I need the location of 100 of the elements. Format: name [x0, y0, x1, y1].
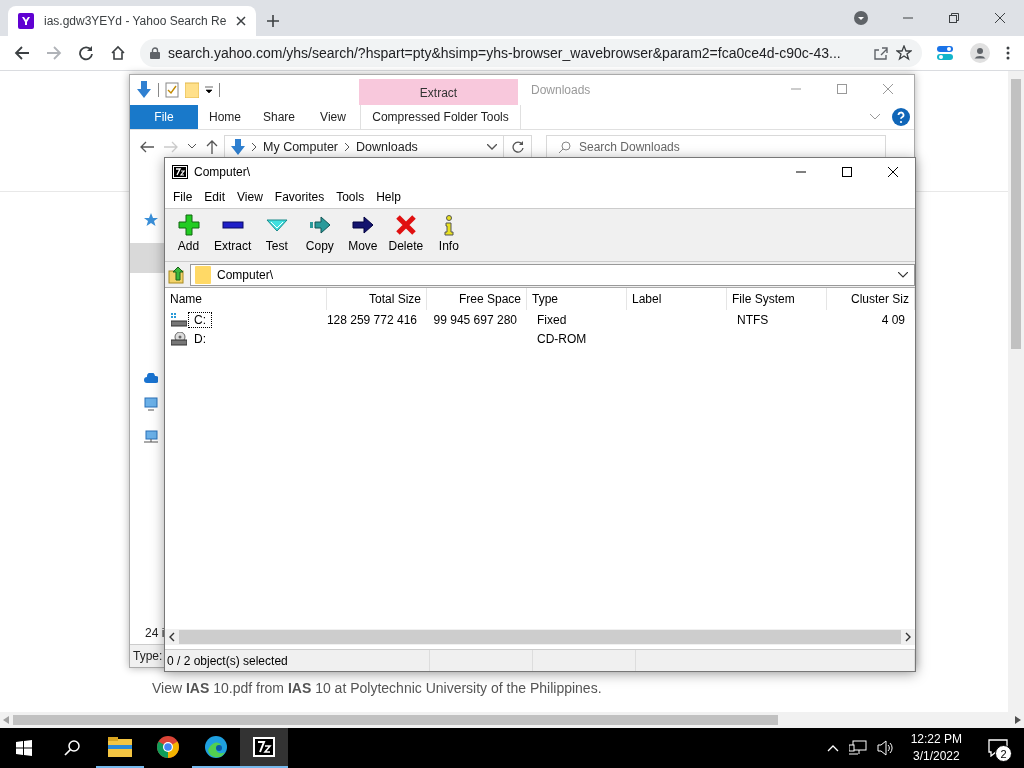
toolbar-button[interactable]: Info [427, 211, 471, 256]
breadcrumb-item[interactable]: My Computer [263, 139, 339, 154]
plus-icon [177, 214, 200, 236]
menu-item[interactable]: View [231, 190, 269, 204]
notification-button[interactable]: 2 [978, 728, 1018, 768]
table-cell-text: 128 259 772 416 [325, 312, 418, 327]
ribbon-tab[interactable]: Home [198, 105, 252, 129]
search-icon [559, 140, 571, 153]
search-icon [64, 740, 80, 756]
chevron-down-icon[interactable] [898, 271, 908, 278]
close-icon[interactable] [994, 12, 1006, 24]
back-icon[interactable] [140, 140, 154, 153]
close-icon[interactable] [887, 166, 899, 178]
table-cell[interactable]: C: [189, 312, 211, 327]
menu-item[interactable]: Favorites [268, 190, 331, 204]
table-cell-text: Fixed [536, 312, 568, 327]
browser-tab[interactable]: ias.gdw3YEYd - Yahoo Search Re [8, 6, 257, 36]
edge-icon [205, 736, 227, 758]
chevron-down-icon[interactable] [487, 143, 497, 150]
ribbon-tab[interactable]: View [306, 105, 360, 129]
menu-item[interactable]: File [167, 190, 199, 204]
hard-drive-icon [171, 312, 187, 327]
ribbon-tab[interactable]: Share [252, 105, 306, 129]
address-bar[interactable]: search.yahoo.com/yhs/search/?hspart=pty&hsimp=yhs-browser_wavebrowser&param2=fca0ce4d-c90c-43... [140, 39, 922, 67]
app-logo-icon [172, 165, 188, 179]
computer-icon[interactable] [144, 397, 158, 411]
yahoo-logo-icon [18, 13, 34, 29]
context-tab-header: Extract [359, 79, 518, 105]
table-cell[interactable]: D: [189, 331, 211, 346]
folder-up-icon[interactable] [168, 265, 186, 284]
download-arrow-icon[interactable] [136, 81, 152, 99]
properties-icon[interactable] [165, 82, 179, 98]
column-header[interactable]: Total Size [327, 288, 427, 310]
ribbon-tab[interactable]: Compressed Folder Tools [360, 105, 521, 129]
ribbon-tab[interactable]: File [130, 105, 198, 129]
star-icon[interactable] [896, 45, 912, 61]
home-icon[interactable] [110, 45, 126, 61]
status-text: 0 / 2 object(s) selected [165, 650, 430, 671]
clock[interactable]: 12:22 PM 3/1/2022 [904, 731, 968, 765]
new-tab-icon[interactable] [266, 14, 281, 28]
path-field[interactable]: Computer\ [190, 263, 915, 286]
chevron-up-icon[interactable] [826, 744, 839, 752]
cloud-icon[interactable] [144, 373, 158, 383]
share-icon[interactable] [874, 46, 888, 60]
toolbar-button[interactable]: Test [255, 211, 299, 256]
download-arrow-icon [231, 138, 245, 155]
scroll-left-icon[interactable] [169, 632, 175, 642]
tab-search-icon[interactable] [854, 11, 868, 25]
window-title: Downloads [530, 82, 592, 99]
pin-star-icon[interactable] [144, 213, 158, 227]
menu-icon[interactable] [1006, 45, 1010, 61]
help-icon[interactable] [892, 108, 910, 126]
toolbar-button[interactable]: Move [341, 211, 385, 256]
item-count: 24 i [145, 626, 165, 640]
window-title: Computer\ [194, 165, 251, 179]
toolbar-button[interactable]: Delete [384, 211, 428, 256]
toolbar-button[interactable]: Extract [210, 211, 256, 256]
arrow-right-icon [308, 214, 331, 236]
reload-icon[interactable] [78, 45, 94, 61]
column-header[interactable]: Label [627, 288, 727, 310]
search-result-snippet: View IAS 10.pdf from IAS 10 at Polytechnic University of the Philippines. [152, 680, 603, 696]
column-header[interactable]: Cluster Siz [827, 288, 915, 310]
table-cell-text: CD-ROM [536, 331, 588, 346]
chevron-down-icon[interactable] [188, 144, 196, 149]
toolbar-button[interactable]: Add [167, 211, 210, 256]
nav-pane-selection[interactable] [130, 243, 165, 273]
network-icon[interactable] [848, 740, 867, 756]
menu-item[interactable]: Tools [330, 190, 371, 204]
scroll-right-icon[interactable] [905, 632, 911, 642]
dropdown-icon[interactable] [205, 86, 213, 94]
close-icon[interactable] [236, 16, 247, 26]
refresh-icon [511, 140, 524, 153]
horizontal-scrollbar[interactable] [165, 629, 915, 645]
disc-drive-icon [171, 331, 187, 346]
lock-icon [150, 47, 160, 59]
column-header[interactable]: Free Space [427, 288, 527, 310]
profile-icon[interactable] [970, 43, 990, 63]
vertical-scrollbar[interactable] [1008, 71, 1024, 712]
taskbar-app[interactable] [240, 728, 288, 768]
menu-item[interactable]: Help [370, 190, 407, 204]
notification-icon [988, 739, 1008, 757]
menu-item[interactable]: Edit [198, 190, 232, 204]
arrow-right-icon [351, 214, 374, 236]
back-icon[interactable] [14, 45, 30, 61]
maximize-icon[interactable] [841, 166, 853, 178]
breadcrumb-item[interactable]: Downloads [356, 139, 418, 154]
extension-icon[interactable] [936, 44, 954, 62]
volume-icon[interactable] [876, 740, 895, 756]
restore-icon[interactable] [948, 12, 960, 24]
table-cell-text: 4 09 [880, 312, 906, 327]
horizontal-scrollbar[interactable] [0, 712, 1024, 728]
details-label: Type: [133, 649, 163, 663]
scroll-right-icon[interactable] [1015, 716, 1021, 724]
toolbar-button[interactable]: Copy [298, 211, 342, 256]
column-header[interactable]: File System [727, 288, 827, 310]
table-cell-text: NTFS [736, 312, 770, 327]
column-header[interactable]: Type [527, 288, 627, 310]
column-header[interactable]: Name [165, 288, 327, 310]
app-logo-icon [253, 737, 275, 757]
up-icon[interactable] [206, 139, 218, 154]
